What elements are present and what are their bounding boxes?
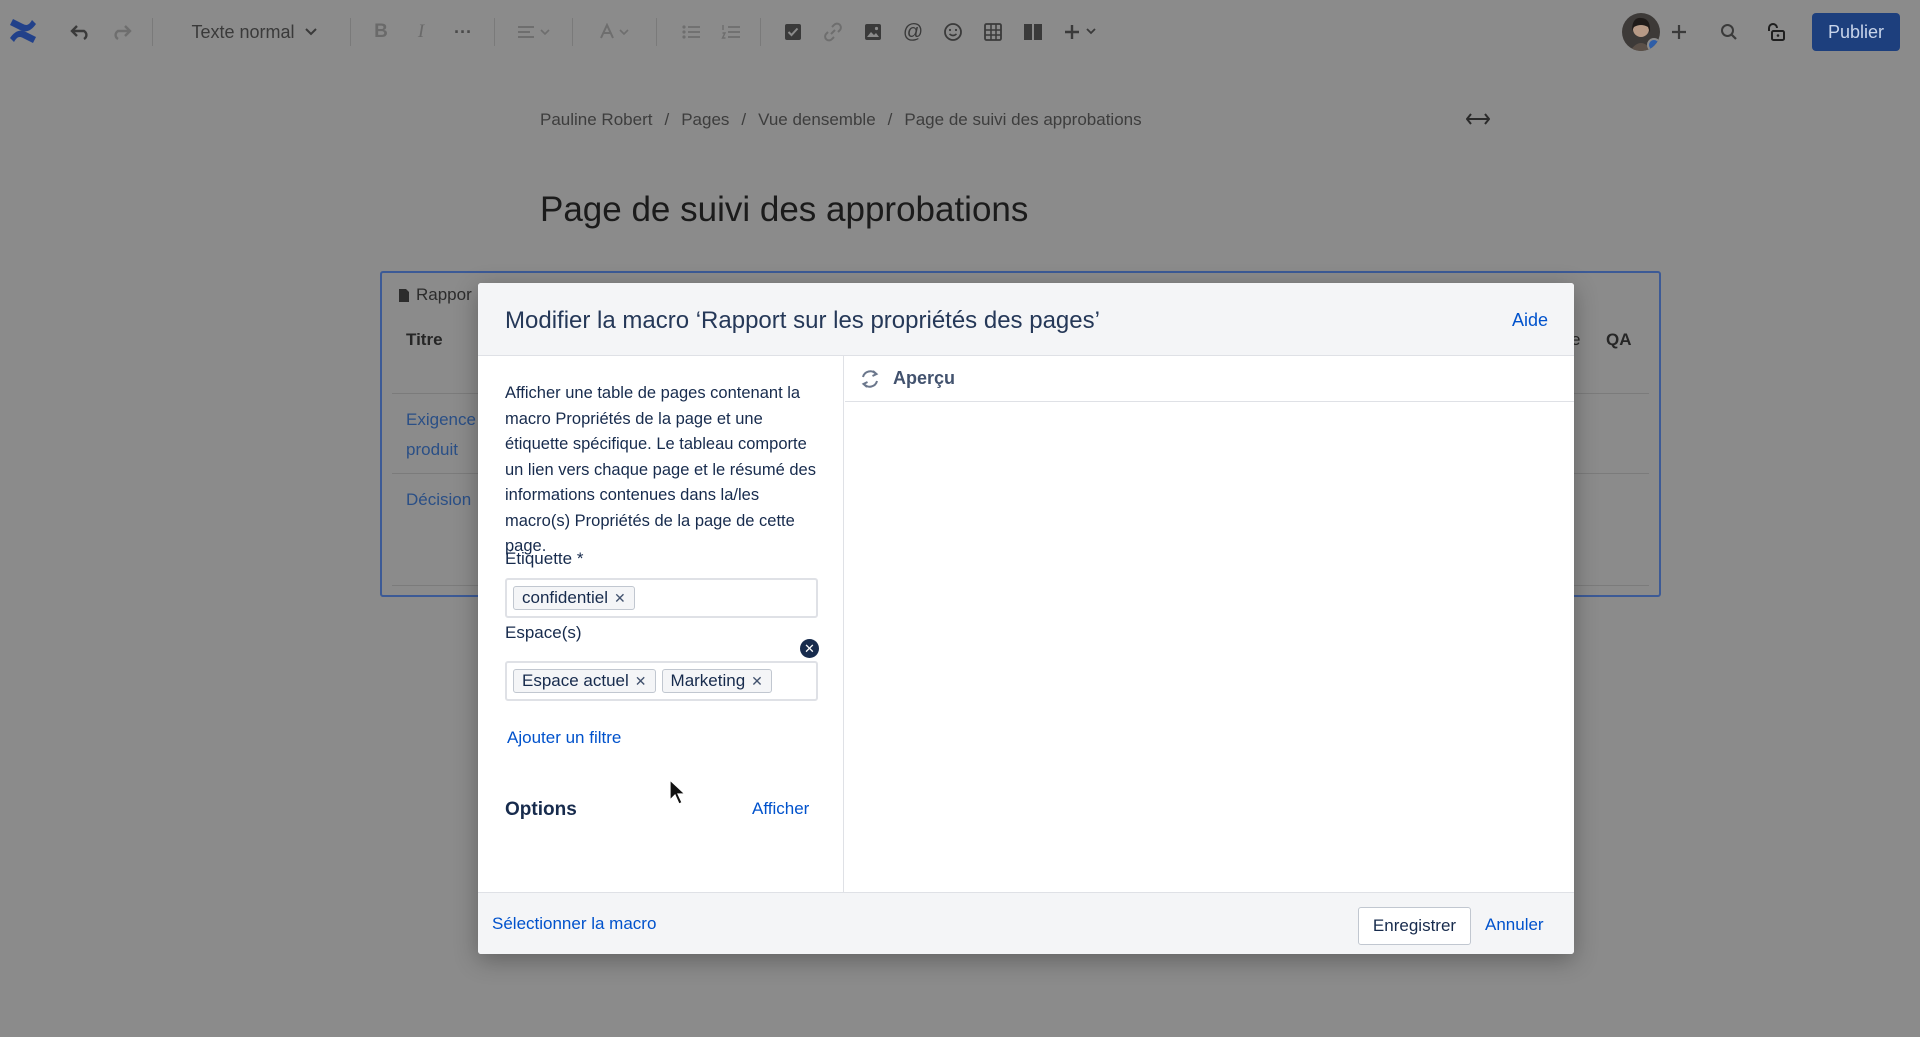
publish-button[interactable]: Publier xyxy=(1812,13,1900,51)
preview-panel: Aperçu xyxy=(845,356,1574,894)
avatar[interactable] xyxy=(1622,13,1660,51)
image-icon[interactable] xyxy=(860,17,886,47)
bullet-list-icon[interactable] xyxy=(678,17,704,47)
toolbar-divider xyxy=(494,18,495,46)
breadcrumb-item-space[interactable]: Pauline Robert xyxy=(540,110,652,130)
toolbar-divider xyxy=(572,18,573,46)
italic-icon[interactable]: I xyxy=(408,17,434,47)
breadcrumb-item-overview[interactable]: Vue densemble xyxy=(758,110,876,130)
tag-text: confidentiel xyxy=(522,588,609,607)
column-header-qa: QA xyxy=(1606,330,1632,349)
insert-icon[interactable] xyxy=(1060,17,1102,47)
refresh-icon[interactable] xyxy=(859,368,881,390)
tag-text: Espace actuel xyxy=(522,671,629,690)
spaces-field[interactable]: Espace actuel ✕ Marketing ✕ xyxy=(505,661,818,701)
macro-label-text: Rappor xyxy=(416,285,472,304)
text-style-label: Texte normal xyxy=(191,21,295,42)
table-cell-link[interactable]: Décision xyxy=(406,485,471,515)
breadcrumb-separator: / xyxy=(887,110,893,129)
options-heading: Options xyxy=(505,799,577,820)
add-collaborator-icon[interactable] xyxy=(1666,17,1692,47)
link-icon[interactable] xyxy=(820,17,846,47)
task-icon[interactable] xyxy=(780,17,806,47)
search-icon[interactable] xyxy=(1716,17,1742,47)
preview-toolbar[interactable]: Aperçu xyxy=(845,356,1574,402)
text-color-icon[interactable] xyxy=(594,17,636,47)
macro-description: Afficher une table de pages contenant la… xyxy=(505,384,816,555)
label-field-label: Étiquette * xyxy=(505,549,584,568)
table-icon[interactable] xyxy=(980,17,1006,47)
mention-icon[interactable]: @ xyxy=(900,17,926,47)
chevron-down-icon xyxy=(304,28,317,36)
add-filter-link[interactable]: Ajouter un filtre xyxy=(507,728,621,748)
page-title[interactable]: Page de suivi des approbations xyxy=(540,190,1028,230)
remove-tag-icon[interactable]: ✕ xyxy=(614,590,626,607)
toolbar-divider xyxy=(656,18,657,46)
numbered-list-icon[interactable] xyxy=(718,17,744,47)
toolbar-divider xyxy=(152,18,153,46)
editor-toolbar: Texte normal B I ··· @ Publier xyxy=(0,0,1920,64)
confluence-logo-icon[interactable] xyxy=(6,14,40,48)
macro-label: Rappor xyxy=(398,285,472,305)
dialog-title: Modifier la macro ‘Rapport sur les propr… xyxy=(505,307,1100,334)
dialog-footer: Sélectionner la macro Enregistrer Annule… xyxy=(478,892,1574,954)
cancel-button[interactable]: Annuler xyxy=(1485,915,1544,935)
align-icon[interactable] xyxy=(512,17,554,47)
space-tag: Espace actuel ✕ xyxy=(513,669,656,693)
breadcrumb-separator: / xyxy=(664,110,670,129)
toolbar-divider xyxy=(350,18,351,46)
column-header-title: Titre xyxy=(406,330,443,349)
clear-field-icon[interactable]: ✕ xyxy=(800,639,819,658)
emoji-icon[interactable] xyxy=(940,17,966,47)
breadcrumb-separator: / xyxy=(741,110,747,129)
help-link[interactable]: Aide xyxy=(1512,310,1548,331)
space-tag: Marketing ✕ xyxy=(661,669,772,693)
layout-icon[interactable] xyxy=(1020,17,1046,47)
macro-parameters-panel: Afficher une table de pages contenant la… xyxy=(478,356,844,894)
restrictions-icon[interactable] xyxy=(1763,17,1789,47)
expand-width-icon[interactable] xyxy=(1465,112,1491,130)
text-style-dropdown[interactable]: Texte normal xyxy=(184,17,324,47)
redo-icon[interactable] xyxy=(106,17,136,47)
dialog-header: Modifier la macro ‘Rapport sur les propr… xyxy=(478,283,1574,356)
preview-label: Aperçu xyxy=(893,368,956,388)
macro-edit-dialog: Modifier la macro ‘Rapport sur les propr… xyxy=(478,283,1574,954)
mouse-cursor-icon xyxy=(669,779,687,805)
bold-icon[interactable]: B xyxy=(368,17,394,47)
remove-tag-icon[interactable]: ✕ xyxy=(635,673,647,690)
toolbar-divider xyxy=(760,18,761,46)
document-icon xyxy=(399,288,409,302)
breadcrumb: Pauline Robert / Pages / Vue densemble /… xyxy=(540,110,1142,130)
select-macro-link[interactable]: Sélectionner la macro xyxy=(492,914,656,934)
spaces-field-label: Espace(s) xyxy=(505,623,582,642)
label-field[interactable]: confidentiel ✕ xyxy=(505,578,818,618)
remove-tag-icon[interactable]: ✕ xyxy=(751,673,763,690)
breadcrumb-item-current[interactable]: Page de suivi des approbations xyxy=(904,110,1141,130)
undo-icon[interactable] xyxy=(66,17,96,47)
label-tag: confidentiel ✕ xyxy=(513,586,635,610)
tag-text: Marketing xyxy=(670,671,746,690)
show-options-link[interactable]: Afficher xyxy=(752,799,809,819)
more-formatting-icon[interactable]: ··· xyxy=(448,17,478,47)
breadcrumb-item-pages[interactable]: Pages xyxy=(681,110,729,130)
save-button[interactable]: Enregistrer xyxy=(1358,907,1471,945)
